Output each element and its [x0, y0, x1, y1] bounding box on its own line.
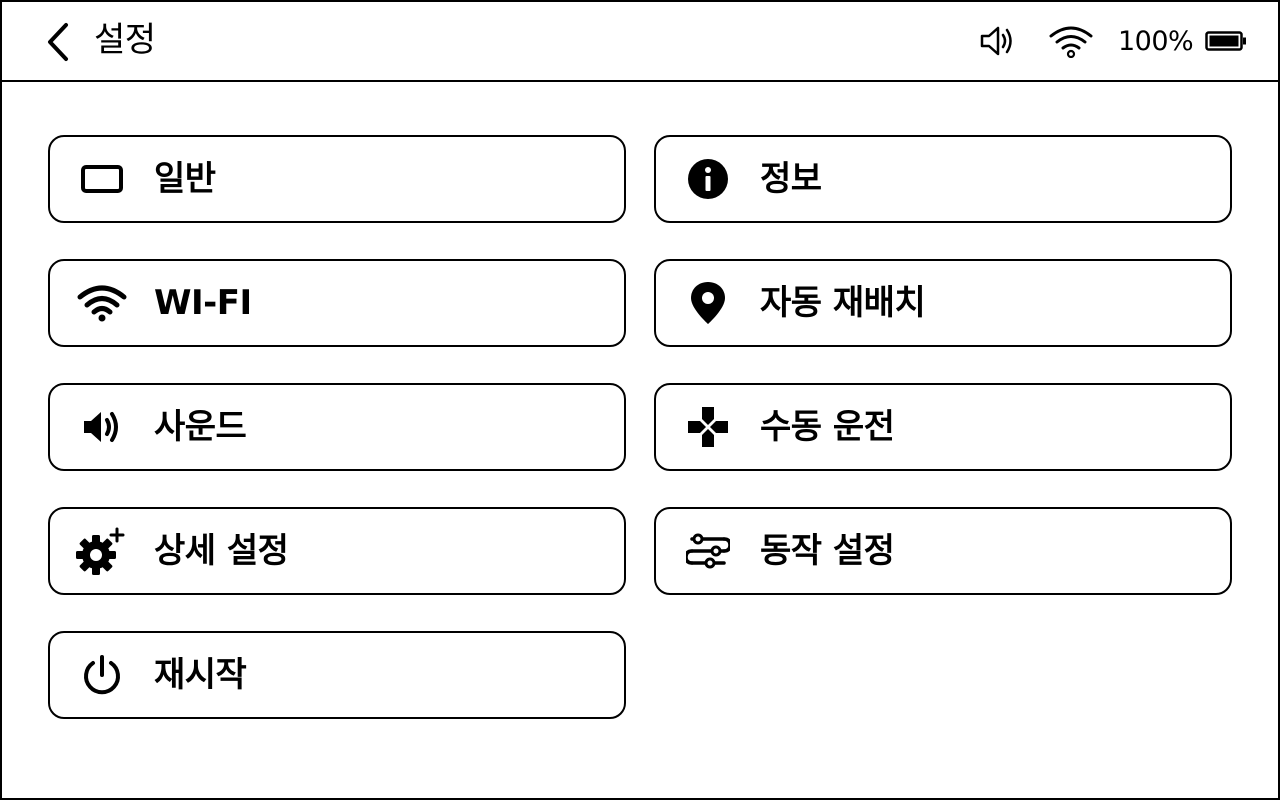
- menu-item-auto-relocate[interactable]: 자동 재배치: [654, 259, 1232, 347]
- icon-wrap: [76, 155, 128, 203]
- settings-screen: 설정 100% 일반 정보 WI-FI 자동 재배치 사운드 수동 운전 상세 …: [0, 0, 1280, 800]
- top-bar: 설정 100%: [2, 2, 1278, 82]
- speaker-icon: [84, 412, 118, 442]
- icon-wrap: [682, 155, 734, 203]
- menu-item-sound[interactable]: 사운드: [48, 383, 626, 471]
- icon-wrap: [682, 279, 734, 327]
- sliders-icon: [686, 533, 730, 569]
- page-title: 설정: [94, 20, 156, 60]
- icon-wrap: [682, 527, 734, 575]
- menu-item-label: 정보: [760, 159, 822, 199]
- battery-percentage: 100%: [1118, 25, 1194, 57]
- power-icon: [84, 655, 120, 695]
- menu-item-label: 자동 재배치: [760, 283, 926, 323]
- menu-item-label: 재시작: [154, 655, 247, 695]
- location-pin-icon: [691, 282, 725, 324]
- menu-item-manual-drive[interactable]: 수동 운전: [654, 383, 1232, 471]
- battery-status: [1205, 2, 1247, 80]
- chevron-left-icon: [48, 23, 68, 61]
- menu-item-wifi[interactable]: WI-FI: [48, 259, 626, 347]
- wifi-icon: [77, 285, 127, 322]
- menu-item-general[interactable]: 일반: [48, 135, 626, 223]
- wifi-status[interactable]: [1048, 2, 1094, 80]
- icon-wrap: [76, 279, 128, 327]
- volume-status[interactable]: [978, 2, 1018, 80]
- speaker-icon: [980, 26, 1012, 56]
- icon-wrap: [76, 651, 128, 699]
- menu-item-label: 사운드: [154, 407, 247, 447]
- menu-item-label: 상세 설정: [154, 531, 289, 571]
- menu-item-label: 일반: [154, 159, 216, 199]
- icon-wrap: [682, 403, 734, 451]
- icon-wrap: [76, 527, 128, 575]
- menu-item-info[interactable]: 정보: [654, 135, 1232, 223]
- wifi-icon: [1049, 26, 1093, 58]
- menu-item-advanced-settings[interactable]: 상세 설정: [48, 507, 626, 595]
- gear-plus-icon: [76, 527, 125, 575]
- menu-item-label: 수동 운전: [760, 407, 895, 447]
- rectangle-icon: [81, 165, 123, 193]
- gamepad-icon: [688, 407, 728, 447]
- menu-item-label: WI-FI: [154, 283, 252, 323]
- battery-icon: [1205, 31, 1246, 51]
- menu-item-restart[interactable]: 재시작: [48, 631, 626, 719]
- menu-item-motion-settings[interactable]: 동작 설정: [654, 507, 1232, 595]
- icon-wrap: [76, 403, 128, 451]
- menu-item-label: 동작 설정: [760, 531, 895, 571]
- back-button[interactable]: [40, 22, 76, 62]
- info-icon: [688, 159, 728, 199]
